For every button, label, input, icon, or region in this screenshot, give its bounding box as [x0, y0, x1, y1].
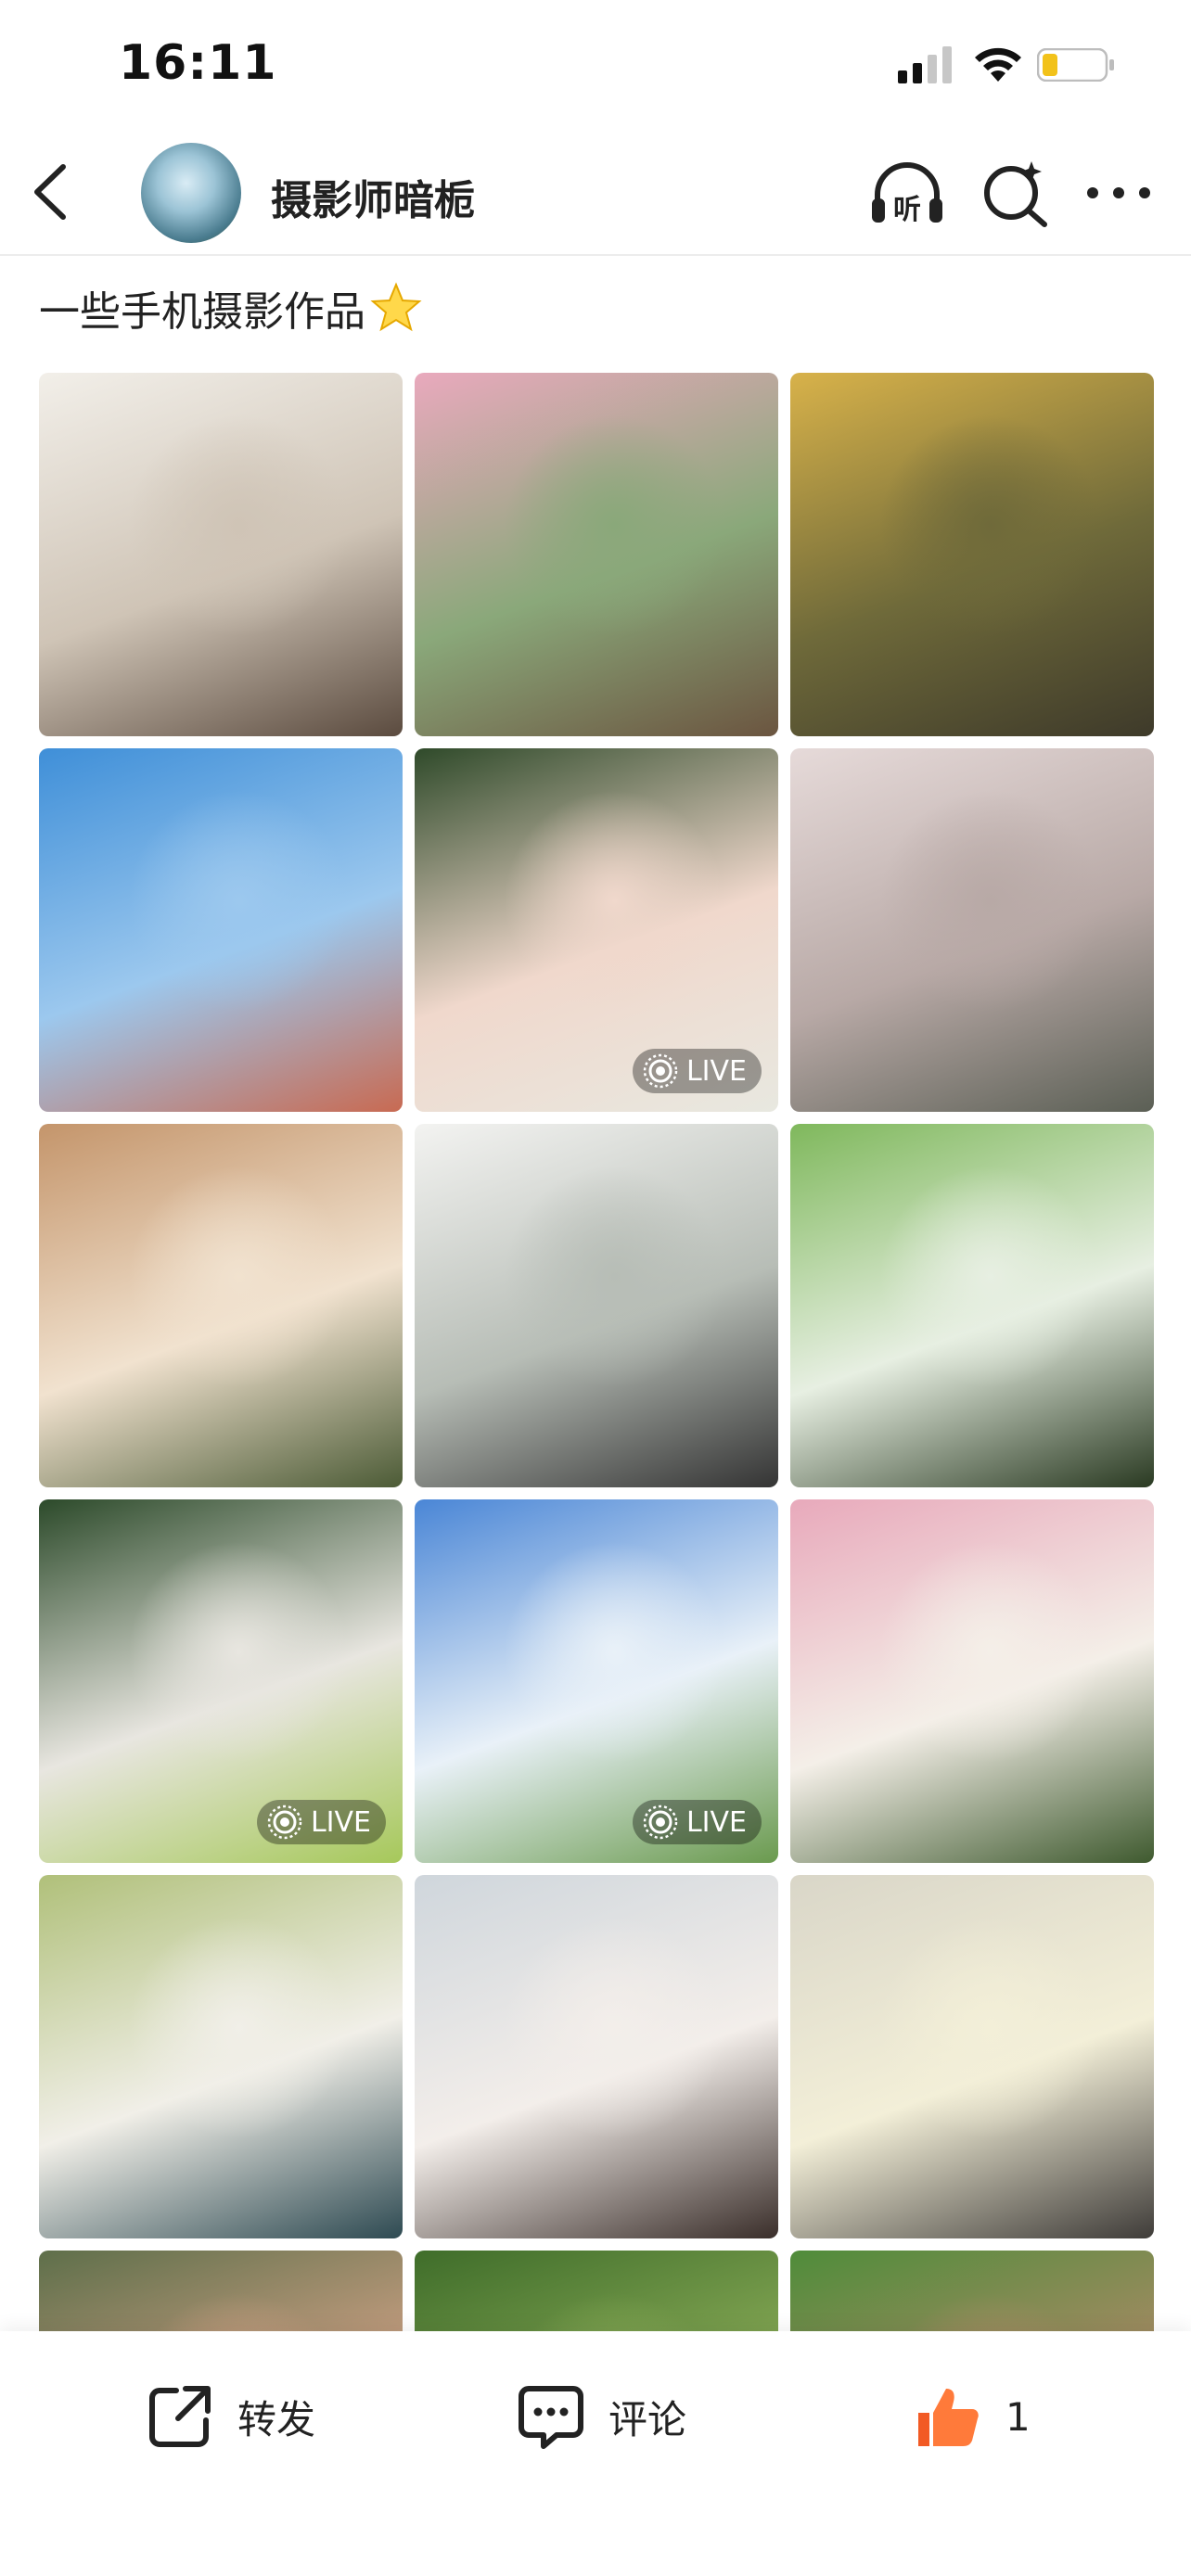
live-badge: LIVE — [632, 1800, 762, 1844]
listen-label: 听 — [893, 194, 921, 226]
live-label: LIVE — [310, 1805, 371, 1839]
photo-thumbnail[interactable] — [415, 373, 778, 736]
status-bar: 16:11 — [0, 0, 1191, 130]
star-emoji-icon — [370, 282, 422, 332]
photo-thumbnail[interactable] — [39, 373, 403, 736]
post-text: 一些手机摄影作品 — [39, 278, 423, 338]
photo-thumbnail[interactable] — [415, 1875, 778, 2238]
photo-thumbnail[interactable] — [39, 2251, 403, 2331]
listen-headphones-icon[interactable]: 听 — [868, 158, 946, 228]
photo-thumbnail[interactable] — [39, 748, 403, 1112]
share-icon — [149, 2386, 211, 2447]
photo-thumbnail[interactable] — [39, 1124, 403, 1487]
signal-icon — [898, 46, 952, 83]
photo-thumbnail[interactable] — [39, 1875, 403, 2238]
nav-bar: 摄影师暗栀 听 — [0, 130, 1191, 256]
live-label: LIVE — [685, 1805, 747, 1839]
bottom-toolbar: 转发 评论 1 — [0, 2331, 1191, 2576]
back-chevron-icon[interactable] — [26, 161, 78, 223]
battery-icon — [1037, 48, 1114, 82]
photo-thumbnail[interactable]: LIVE — [39, 1499, 403, 1863]
photo-thumbnail[interactable] — [790, 748, 1154, 1112]
avatar[interactable] — [141, 143, 241, 243]
live-badge: LIVE — [632, 1049, 762, 1093]
photo-grid: LIVE LIVE LIVE — [39, 373, 1154, 2331]
live-icon — [643, 1804, 678, 1840]
photo-thumbnail[interactable] — [790, 373, 1154, 736]
search-sparkle-icon[interactable] — [980, 158, 1050, 228]
share-button[interactable]: 转发 — [145, 2379, 315, 2454]
like-button[interactable]: 1 — [913, 2379, 1031, 2454]
live-icon — [643, 1053, 678, 1089]
post-text-label: 一些手机摄影作品 — [39, 288, 365, 336]
thumbs-up-icon — [918, 2389, 979, 2446]
photo-thumbnail[interactable] — [790, 1499, 1154, 1863]
more-dots-icon[interactable] — [1083, 171, 1154, 215]
photo-thumbnail[interactable]: LIVE — [415, 1499, 778, 1863]
photo-thumbnail[interactable] — [790, 1875, 1154, 2238]
like-count: 1 — [1005, 2393, 1031, 2440]
live-badge: LIVE — [256, 1800, 386, 1844]
live-icon — [267, 1804, 302, 1840]
status-time: 16:11 — [119, 35, 277, 91]
photo-thumbnail[interactable] — [790, 1124, 1154, 1487]
photo-thumbnail[interactable]: LIVE — [415, 748, 778, 1112]
comment-label: 评论 — [608, 2396, 687, 2442]
photo-thumbnail[interactable] — [415, 2251, 778, 2331]
share-label: 转发 — [237, 2396, 316, 2442]
comment-button[interactable]: 评论 — [516, 2379, 686, 2454]
live-label: LIVE — [685, 1054, 747, 1088]
comment-icon — [519, 2386, 583, 2449]
photo-thumbnail[interactable] — [415, 1124, 778, 1487]
wifi-icon — [975, 47, 1021, 82]
photo-thumbnail[interactable] — [790, 2251, 1154, 2331]
page-title[interactable]: 摄影师暗栀 — [271, 167, 475, 226]
